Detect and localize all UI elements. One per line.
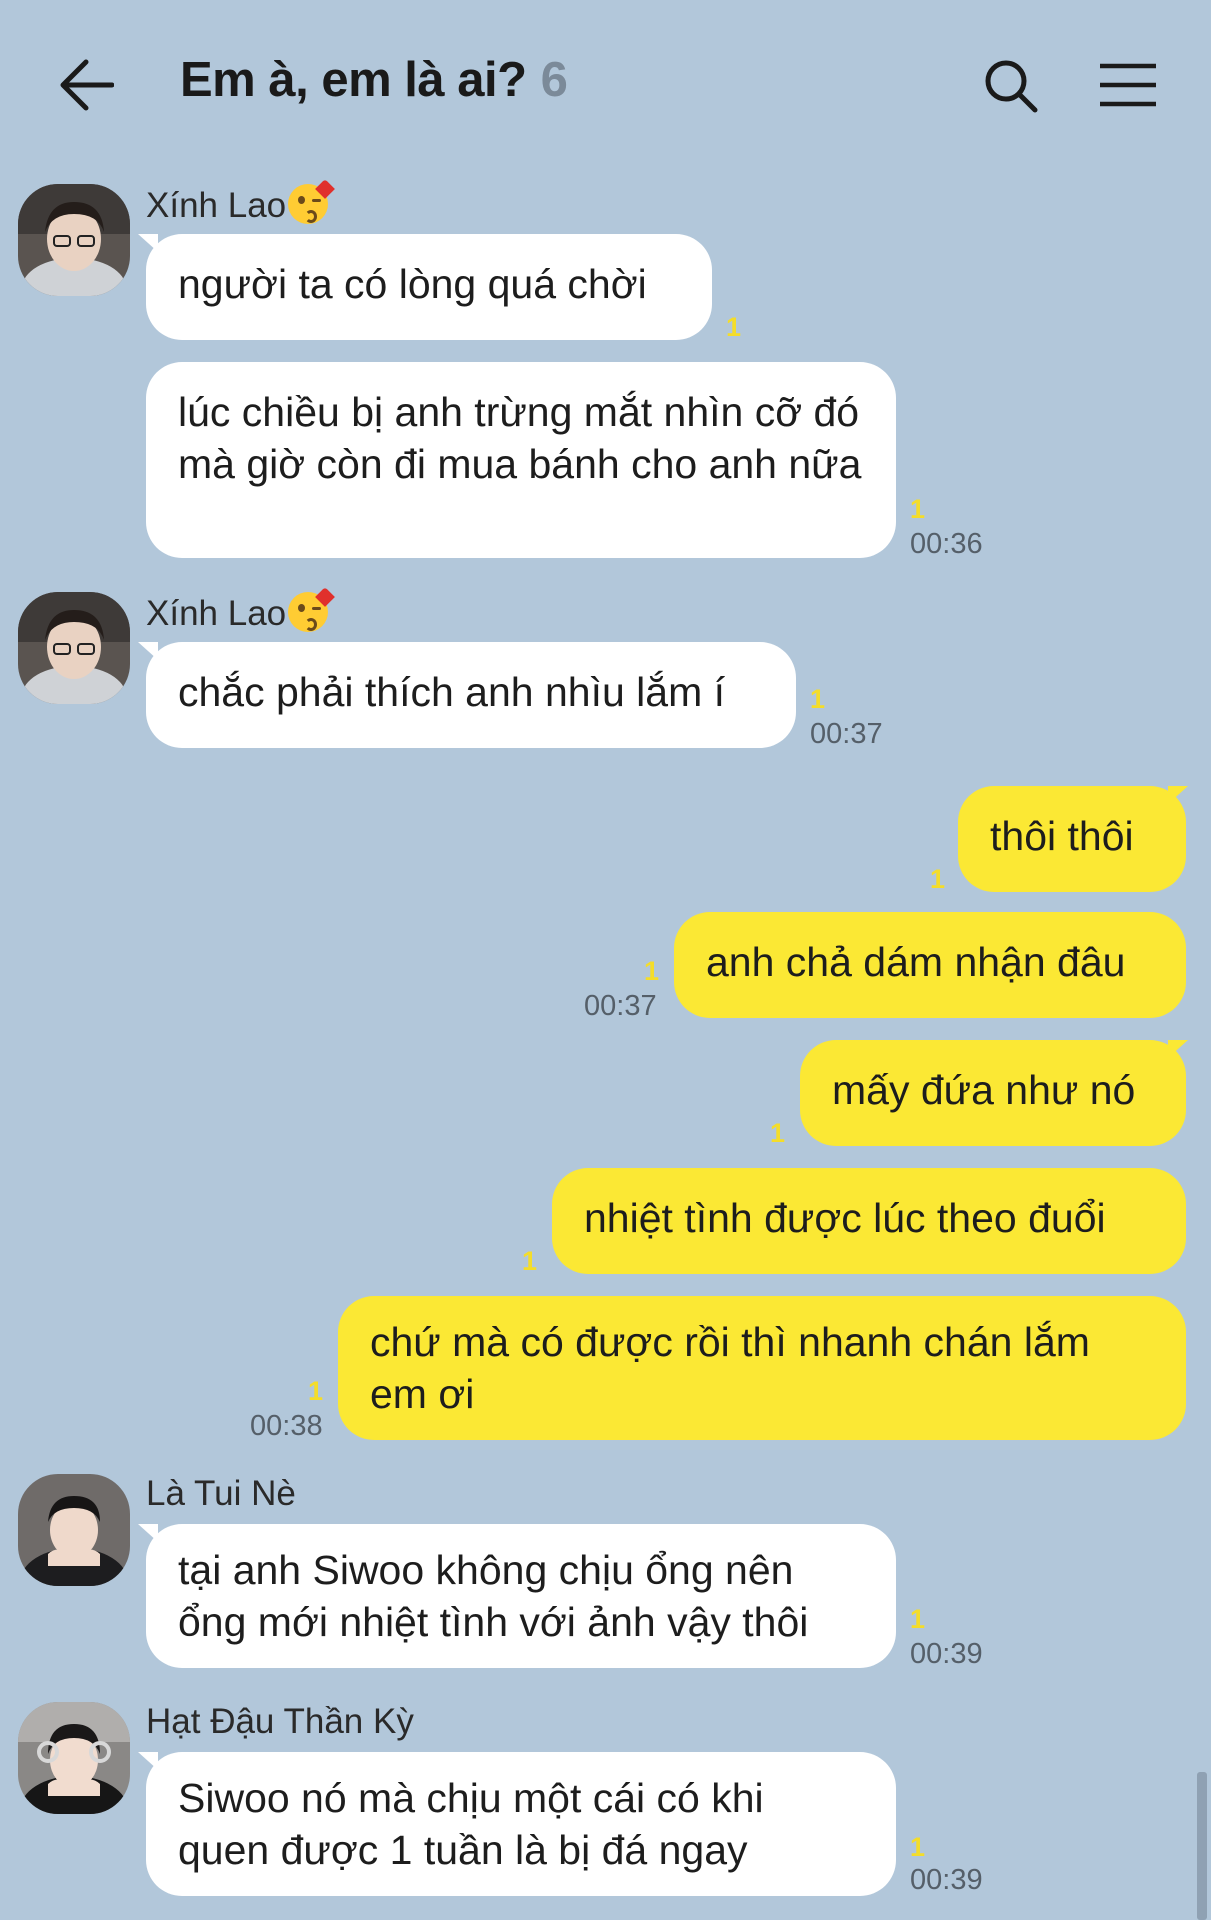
sender-name: Là Tui Nè	[146, 1474, 296, 1513]
unread-count: 1	[522, 1246, 538, 1276]
chat-name: Em à, em là ai?	[180, 53, 527, 107]
search-icon[interactable]	[983, 58, 1039, 114]
avatar-xinh-lao[interactable]	[18, 592, 130, 704]
unread-count: 1	[308, 1376, 324, 1406]
back-arrow-icon[interactable]	[58, 58, 115, 112]
timestamp: 00:38	[250, 1410, 323, 1442]
chat-title: Em à, em là ai? 6	[180, 52, 568, 108]
unread-count: 1	[644, 956, 660, 986]
unread-count: 1	[910, 1832, 926, 1862]
unread-count: 1	[930, 864, 946, 894]
message-bubble[interactable]: người ta có lòng quá chời	[146, 234, 712, 340]
unread-count: 1	[770, 1118, 786, 1148]
member-count: 6	[540, 53, 568, 107]
message-bubble[interactable]: chứ mà có được rồi thì nhanh chán lắm em…	[338, 1296, 1186, 1440]
avatar-la-tui-ne[interactable]	[18, 1474, 130, 1586]
unread-count: 1	[910, 494, 926, 524]
menu-icon[interactable]	[1098, 62, 1158, 108]
unread-count: 1	[810, 684, 826, 714]
message-bubble[interactable]: Siwoo nó mà chịu một cái có khi quen đượ…	[146, 1752, 896, 1896]
message-bubble[interactable]: nhiệt tình được lúc theo đuổi	[552, 1168, 1186, 1274]
kissing-face-emoji	[288, 179, 336, 224]
message-bubble[interactable]: lúc chiều bị anh trừng mắt nhìn cỡ đó mà…	[146, 362, 896, 558]
timestamp: 00:39	[910, 1638, 983, 1670]
unread-count: 1	[726, 312, 742, 342]
timestamp: 00:39	[910, 1864, 983, 1896]
avatar-xinh-lao[interactable]	[18, 184, 130, 296]
message-bubble[interactable]: thôi thôi	[958, 786, 1186, 892]
timestamp: 00:37	[810, 718, 883, 750]
message-bubble[interactable]: mấy đứa như nó	[800, 1040, 1186, 1146]
sender-name: Xính Lao	[146, 587, 336, 634]
unread-count: 1	[910, 1604, 926, 1634]
avatar-hat-dau-than-ky[interactable]	[18, 1702, 130, 1814]
kissing-face-emoji	[288, 587, 336, 632]
sender-name: Xính Lao	[146, 179, 336, 226]
message-bubble[interactable]: tại anh Siwoo không chịu ổng nên ổng mới…	[146, 1524, 896, 1668]
timestamp: 00:36	[910, 528, 983, 560]
message-bubble[interactable]: anh chả dám nhận đâu	[674, 912, 1186, 1018]
timestamp: 00:37	[584, 990, 657, 1022]
message-bubble[interactable]: chắc phải thích anh nhìu lắm í	[146, 642, 796, 748]
sender-name: Hạt Đậu Thần Kỳ	[146, 1702, 414, 1741]
scrollbar[interactable]	[1197, 1772, 1207, 1920]
